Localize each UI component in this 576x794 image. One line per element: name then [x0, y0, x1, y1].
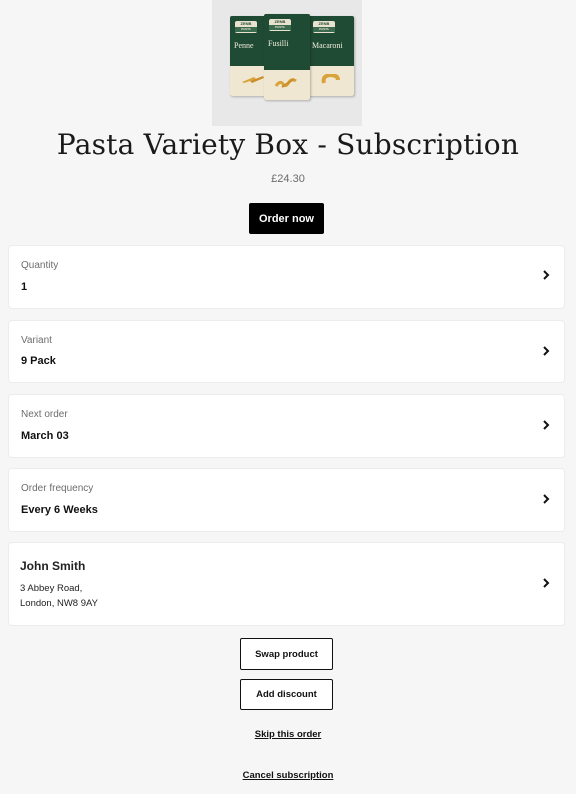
macaroni-pasta [321, 74, 340, 84]
chevron-right-icon [540, 269, 552, 281]
brand-badge: ZENB PASTA [269, 19, 291, 31]
next-order-label: Next order [21, 409, 68, 420]
product-title: Pasta Variety Box - Subscription [56, 128, 520, 161]
order-frequency-card[interactable]: Order frequency Every 6 Weeks [9, 469, 564, 531]
box-name: Macaroni [312, 41, 343, 50]
variant-label: Variant [21, 335, 52, 346]
product-image: ZENB PASTA Penne ZENB PASTA Macaroni ZENB P… [212, 0, 362, 126]
quantity-label: Quantity [21, 260, 59, 271]
order-frequency-label: Order frequency [21, 483, 94, 494]
macaroni-box: ZENB PASTA Macaroni [308, 16, 354, 96]
fusilli-pasta [274, 78, 297, 88]
chevron-right-icon [540, 577, 552, 589]
add-discount-button[interactable]: Add discount [240, 679, 333, 710]
fusilli-box: ZENB PASTA Fusilli [264, 14, 310, 100]
quantity-value: 1 [21, 281, 28, 293]
penne-pasta [242, 76, 264, 83]
next-order-value: March 03 [21, 430, 69, 442]
order-now-button[interactable]: Order now [249, 203, 324, 234]
chevron-right-icon [540, 419, 552, 431]
brand-badge: ZENB PASTA [313, 21, 335, 33]
address-line-2: London, NW8 9AY [20, 598, 98, 609]
variant-card[interactable]: Variant 9 Pack [9, 321, 564, 382]
skip-order-link[interactable]: Skip this order [0, 729, 576, 740]
quantity-card[interactable]: Quantity 1 [9, 246, 564, 308]
customer-name: John Smith [20, 559, 86, 573]
order-frequency-value: Every 6 Weeks [21, 504, 98, 516]
next-order-card[interactable]: Next order March 03 [9, 395, 564, 457]
box-name: Fusilli [268, 39, 289, 48]
brand-badge: ZENB PASTA [235, 21, 257, 33]
cancel-subscription-link[interactable]: Cancel subscription [0, 770, 576, 781]
chevron-right-icon [540, 493, 552, 505]
address-line-1: 3 Abbey Road, [20, 583, 83, 594]
swap-product-button[interactable]: Swap product [240, 638, 333, 670]
chevron-right-icon [540, 345, 552, 357]
variant-value: 9 Pack [21, 355, 56, 367]
product-price: £24.30 [271, 173, 305, 185]
address-card[interactable]: John Smith 3 Abbey Road, London, NW8 9AY [9, 543, 564, 625]
